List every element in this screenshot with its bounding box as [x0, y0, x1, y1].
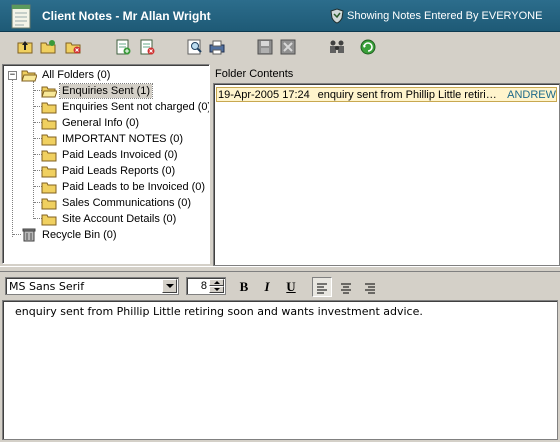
tree-line	[33, 81, 34, 219]
tree-line	[12, 79, 13, 237]
font-name-value: MS Sans Serif	[9, 280, 85, 293]
folder-icon	[41, 102, 57, 114]
cancel-icon[interactable]	[279, 38, 297, 56]
note-row[interactable]: 19-Apr-2005 17:24 enquiry sent from Phil…	[216, 87, 557, 102]
open-folder-icon	[21, 70, 37, 82]
tree-item-site-account-details[interactable]: Site Account Details (0)	[41, 211, 178, 227]
shield-filter-icon[interactable]	[330, 8, 344, 24]
users-icon[interactable]	[328, 38, 346, 56]
chevron-down-icon[interactable]	[162, 279, 177, 293]
folder-icon	[41, 150, 57, 162]
align-left-button[interactable]	[312, 277, 332, 297]
tree-item-label: Sales Communications (0)	[62, 197, 191, 209]
note-subject: enquiry sent from Phillip Little retirin…	[317, 88, 502, 101]
spin-up-icon[interactable]	[209, 279, 224, 286]
tree-item-paid-leads-reports[interactable]: Paid Leads Reports (0)	[41, 163, 177, 179]
tree-item-paid-leads-invoiced[interactable]: Paid Leads Invoiced (0)	[41, 147, 180, 163]
delete-note-icon[interactable]	[138, 38, 156, 56]
folder-icon	[41, 198, 57, 210]
open-folder-icon	[41, 86, 57, 98]
recycle-bin-icon	[22, 228, 36, 242]
folder-icon	[41, 182, 57, 194]
window-title: Client Notes - Mr Allan Wright	[42, 9, 211, 23]
tree-root-label: All Folders (0)	[42, 69, 111, 81]
new-folder-icon[interactable]	[39, 38, 57, 56]
folder-icon	[41, 134, 57, 146]
folder-icon	[41, 118, 57, 130]
title-bar: Client Notes - Mr Allan Wright Showing N…	[0, 0, 560, 32]
collapse-toggle[interactable]: −	[8, 71, 17, 80]
note-author: ANDREW	[507, 88, 556, 101]
tree-item-label: Paid Leads Reports (0)	[62, 165, 176, 177]
align-center-icon	[341, 283, 351, 294]
tree-line	[13, 234, 21, 235]
main-toolbar	[0, 32, 560, 62]
align-left-icon	[317, 283, 327, 294]
note-body-text: enquiry sent from Phillip Little retirin…	[15, 305, 423, 318]
tree-item-label: Paid Leads to be Invoiced (0)	[62, 181, 206, 193]
tree-root[interactable]: All Folders (0)	[21, 67, 112, 83]
tree-item-enquiries-not-charged[interactable]: Enquiries Sent not charged (0)	[41, 99, 210, 115]
tree-item-label: IMPORTANT NOTES (0)	[62, 133, 184, 145]
folder-contents-pane: Folder Contents 19-Apr-2005 17:24 enquir…	[213, 64, 560, 266]
folder-up-icon[interactable]	[16, 38, 34, 56]
tree-item-label: Enquiries Sent (1)	[58, 83, 154, 99]
folder-tree[interactable]: − All Folders (0) Enquiries Sent (1) Enq…	[2, 64, 210, 264]
tree-item-label: Paid Leads Invoiced (0)	[62, 149, 178, 161]
new-note-icon[interactable]	[114, 38, 132, 56]
filter-status[interactable]: Showing Notes Entered By EVERYONE	[347, 10, 542, 22]
tree-item-enquiries-sent[interactable]: Enquiries Sent (1)	[41, 83, 154, 99]
font-size-stepper[interactable]: 8	[186, 277, 226, 295]
tree-item-label: General Info (0)	[62, 117, 140, 129]
tree-item-recycle-bin[interactable]: Recycle Bin (0)	[21, 227, 119, 243]
tree-item-label: Recycle Bin (0)	[42, 229, 117, 241]
font-size-value: 8	[200, 280, 207, 292]
italic-button[interactable]: I	[257, 277, 277, 297]
note-editor[interactable]: enquiry sent from Phillip Little retirin…	[2, 300, 558, 440]
font-name-select[interactable]: MS Sans Serif	[5, 277, 179, 295]
tree-item-important-notes[interactable]: IMPORTANT NOTES (0)	[41, 131, 185, 147]
find-icon[interactable]	[186, 38, 204, 56]
format-toolbar: MS Sans Serif 8 B I U	[0, 272, 560, 300]
note-date: 19-Apr-2005 17:24	[218, 88, 310, 101]
delete-folder-icon[interactable]	[64, 38, 82, 56]
tree-item-paid-leads-to-be-invoiced[interactable]: Paid Leads to be Invoiced (0)	[41, 179, 207, 195]
tree-item-sales-communications[interactable]: Sales Communications (0)	[41, 195, 193, 211]
save-icon[interactable]	[256, 38, 274, 56]
folder-contents-header: Folder Contents	[215, 68, 294, 80]
folder-icon	[41, 214, 57, 226]
underline-button[interactable]: U	[281, 277, 301, 297]
bold-button[interactable]: B	[234, 277, 254, 297]
print-icon[interactable]	[208, 38, 226, 56]
tree-item-label: Site Account Details (0)	[62, 213, 177, 225]
notepad-icon	[11, 4, 31, 29]
spin-down-icon[interactable]	[209, 286, 224, 293]
align-center-button[interactable]	[336, 277, 356, 297]
tree-item-general-info[interactable]: General Info (0)	[41, 115, 141, 131]
align-right-icon	[365, 283, 375, 294]
notes-list[interactable]: 19-Apr-2005 17:24 enquiry sent from Phil…	[213, 83, 560, 266]
align-right-button[interactable]	[360, 277, 380, 297]
folder-icon	[41, 166, 57, 178]
tree-item-label: Enquiries Sent not charged (0)	[62, 101, 210, 113]
refresh-icon[interactable]	[359, 38, 377, 56]
